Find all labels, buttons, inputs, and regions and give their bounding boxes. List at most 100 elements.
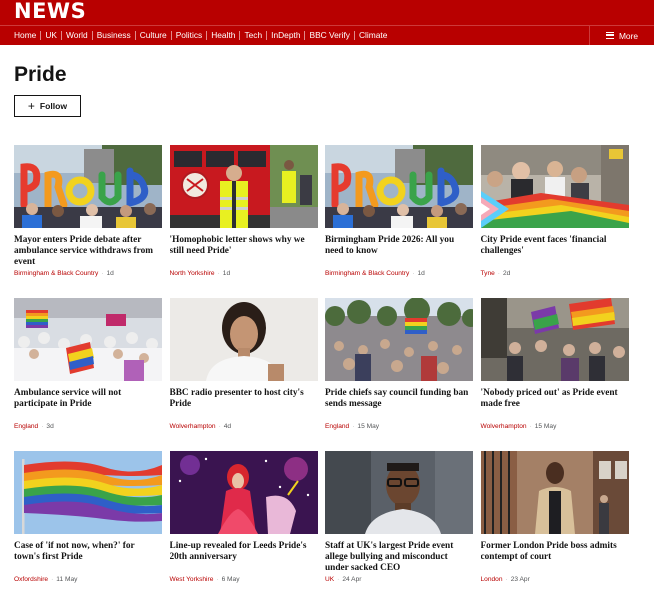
meta-separator: · xyxy=(101,270,104,277)
nav-item-home[interactable]: Home xyxy=(14,26,36,45)
article-thumbnail[interactable] xyxy=(169,298,318,381)
article-location[interactable]: Birmingham & Black Country xyxy=(325,270,409,277)
article-thumbnail[interactable] xyxy=(480,298,629,381)
article-card[interactable]: BBC radio presenter to host city's Pride… xyxy=(169,298,318,451)
article-card[interactable]: Pride chiefs say council funding ban sen… xyxy=(325,298,473,451)
nav-separator xyxy=(134,31,136,40)
article-headline[interactable]: Pride chiefs say council funding ban sen… xyxy=(325,388,473,422)
article-thumbnail[interactable] xyxy=(325,145,473,228)
article-headline[interactable]: Former London Pride boss admits contempt… xyxy=(481,541,629,575)
article-card[interactable]: Mayor enters Pride debate after ambulanc… xyxy=(14,145,162,298)
article-time: 23 Apr xyxy=(510,576,530,583)
nav-separator xyxy=(304,31,306,40)
article-location[interactable]: UK xyxy=(325,576,334,583)
article-meta: West Yorkshire · 6 May xyxy=(170,576,318,583)
article-location[interactable]: London xyxy=(481,576,503,583)
article-thumbnail[interactable] xyxy=(325,298,473,381)
article-time: 11 May xyxy=(56,576,78,583)
performer-on-stage-image xyxy=(169,451,318,534)
article-location[interactable]: England xyxy=(14,423,38,430)
nav-item-bbc-verify[interactable]: BBC Verify xyxy=(309,26,350,45)
article-headline[interactable]: 'Homophobic letter shows why we still ne… xyxy=(170,235,318,269)
nav-item-business[interactable]: Business xyxy=(97,26,131,45)
nav-item-climate[interactable]: Climate xyxy=(359,26,387,45)
article-location[interactable]: Tyne xyxy=(481,270,495,277)
article-thumbnail[interactable] xyxy=(14,145,162,228)
article-meta: North Yorkshire · 1d xyxy=(170,270,318,277)
article-time: 1d xyxy=(417,270,425,277)
nav-item-uk[interactable]: UK xyxy=(45,26,57,45)
article-location[interactable]: West Yorkshire xyxy=(170,576,214,583)
meta-separator: · xyxy=(41,423,44,430)
article-headline[interactable]: 'Nobody priced out' as Pride event made … xyxy=(481,388,629,422)
article-location[interactable]: Wolverhampton xyxy=(481,423,527,430)
article-headline[interactable]: Mayor enters Pride debate after ambulanc… xyxy=(14,235,162,269)
article-card[interactable]: 'Nobody priced out' as Pride event made … xyxy=(480,298,629,451)
article-time: 15 May xyxy=(357,423,380,430)
article-thumbnail[interactable] xyxy=(169,145,318,228)
follow-button[interactable]: + Follow xyxy=(14,95,81,117)
meta-separator: · xyxy=(497,270,500,277)
article-card[interactable]: Line-up revealed for Leeds Pride's 20th … xyxy=(169,451,318,600)
nav-item-tech[interactable]: Tech xyxy=(244,26,262,45)
article-meta: England · 3d xyxy=(14,423,162,430)
article-time: 3d xyxy=(46,423,54,430)
article-meta: Wolverhampton · 4d xyxy=(170,423,318,430)
article-location[interactable]: North Yorkshire xyxy=(170,270,215,277)
meta-separator: · xyxy=(352,423,355,430)
article-card[interactable]: Case of 'if not now, when?' for town's f… xyxy=(14,451,162,600)
article-location[interactable]: Wolverhampton xyxy=(170,423,216,430)
article-time: 1d xyxy=(106,270,114,277)
nav-separator xyxy=(353,31,355,40)
article-thumbnail[interactable] xyxy=(14,451,162,534)
article-card[interactable]: City Pride event faces 'financial challe… xyxy=(480,145,629,298)
article-time: 1d xyxy=(222,270,231,277)
nav-item-world[interactable]: World xyxy=(66,26,88,45)
article-headline[interactable]: Staff at UK's largest Pride event allege… xyxy=(325,541,473,575)
news-logo[interactable]: NEWS xyxy=(14,0,86,23)
follow-button-label: Follow xyxy=(39,101,68,111)
article-card[interactable]: Staff at UK's largest Pride event allege… xyxy=(325,451,473,600)
article-meta: UK · 24 Apr xyxy=(325,576,473,583)
article-time: 24 Apr xyxy=(342,576,362,583)
article-thumbnail[interactable] xyxy=(480,451,629,534)
nav-item-politics[interactable]: Politics xyxy=(176,26,203,45)
article-headline[interactable]: Birmingham Pride 2026: All you need to k… xyxy=(325,235,473,269)
article-time: 15 May xyxy=(534,423,557,430)
article-card[interactable]: Ambulance service will not participate i… xyxy=(14,298,162,451)
parade-crowd-rainbow-flags-image xyxy=(14,298,162,381)
hamburger-menu-icon xyxy=(605,32,614,39)
nav-item-culture[interactable]: Culture xyxy=(140,26,167,45)
article-location[interactable]: Oxfordshire xyxy=(14,576,48,583)
article-grid: Mayor enters Pride debate after ambulanc… xyxy=(14,145,629,600)
article-location[interactable]: Birmingham & Black Country xyxy=(14,270,98,277)
more-menu-button[interactable]: More xyxy=(589,26,654,45)
article-thumbnail[interactable] xyxy=(14,298,162,381)
meta-separator: · xyxy=(529,423,532,430)
article-card[interactable]: Birmingham Pride 2026: All you need to k… xyxy=(325,145,473,298)
nav-separator xyxy=(170,31,172,40)
article-card[interactable]: 'Homophobic letter shows why we still ne… xyxy=(169,145,318,298)
article-thumbnail[interactable] xyxy=(169,451,318,534)
meta-separator: · xyxy=(51,576,54,583)
article-headline[interactable]: BBC radio presenter to host city's Pride xyxy=(170,388,318,422)
article-headline[interactable]: Case of 'if not now, when?' for town's f… xyxy=(14,541,162,575)
article-headline[interactable]: City Pride event faces 'financial challe… xyxy=(481,235,629,269)
article-meta: Birmingham & Black Country · 1d xyxy=(325,270,473,277)
article-meta: London · 23 Apr xyxy=(481,576,629,583)
pride-balloon-letters-image xyxy=(14,145,162,228)
nav-item-health[interactable]: Health xyxy=(211,26,235,45)
rainbow-flag-sky-image xyxy=(14,451,162,534)
pride-balloon-letters-image xyxy=(325,145,473,228)
article-thumbnail[interactable] xyxy=(325,451,473,534)
article-location[interactable]: England xyxy=(325,423,349,430)
nav-separator xyxy=(60,31,62,40)
article-meta: England · 15 May xyxy=(325,423,473,430)
article-headline[interactable]: Ambulance service will not participate i… xyxy=(14,388,162,422)
meta-separator: · xyxy=(505,576,508,583)
nav-item-indepth[interactable]: InDepth xyxy=(271,26,300,45)
article-thumbnail[interactable] xyxy=(480,145,629,228)
article-card[interactable]: Former London Pride boss admits contempt… xyxy=(480,451,629,600)
article-headline[interactable]: Line-up revealed for Leeds Pride's 20th … xyxy=(170,541,318,575)
meta-separator: · xyxy=(218,423,221,430)
